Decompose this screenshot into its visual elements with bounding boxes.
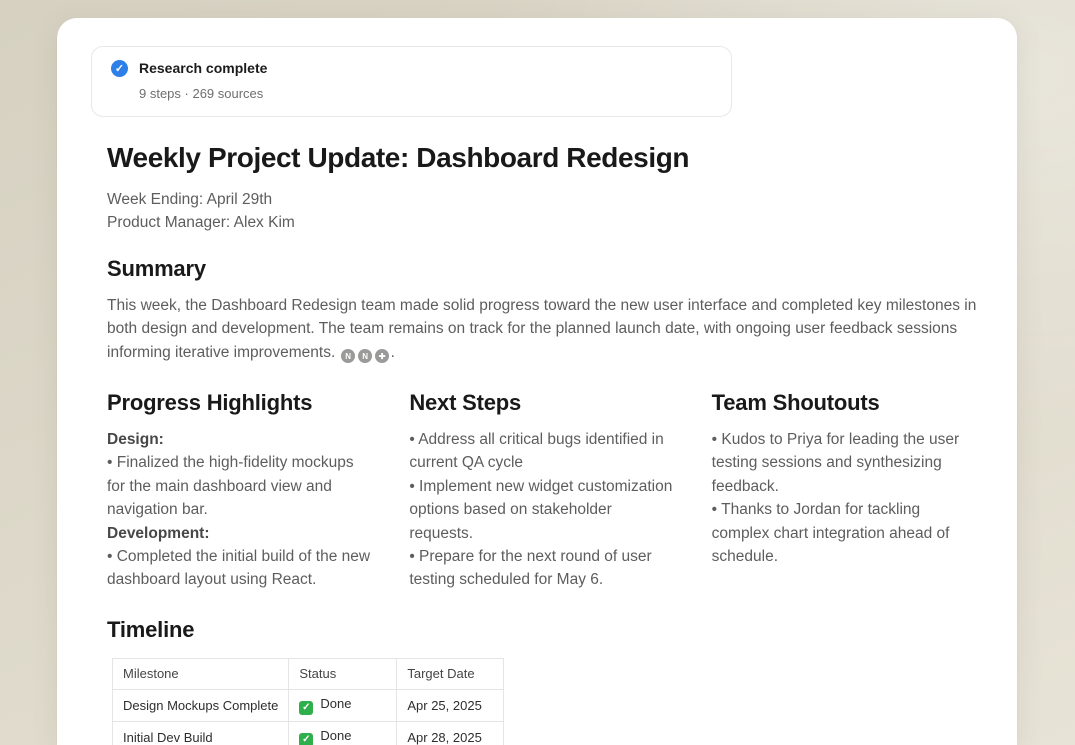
bullet-item: • Thanks to Jordan for tackling complex … xyxy=(712,498,977,568)
target-date-cell: Apr 28, 2025 xyxy=(397,721,504,745)
status-cell: ✓ Done xyxy=(289,721,397,745)
timeline-table: Milestone Status Target Date Design Mock… xyxy=(112,658,504,745)
bullet-item: • Completed the initial build of the new… xyxy=(107,545,372,592)
target-date-cell: Apr 25, 2025 xyxy=(397,689,504,721)
bullet-item: • Kudos to Priya for leading the user te… xyxy=(712,428,977,498)
page-background: { "research_card": { "title": "Research … xyxy=(0,0,1075,745)
status-label: Done xyxy=(320,728,351,743)
summary-suffix: . xyxy=(391,344,395,361)
team-shoutouts-heading: Team Shoutouts xyxy=(712,390,977,416)
citation-source-icon[interactable]: ✚ xyxy=(375,349,389,363)
citation-source-icon[interactable]: N xyxy=(341,349,355,363)
status-cell: ✓ Done xyxy=(289,689,397,721)
meta-product-manager: Product Manager: Alex Kim xyxy=(107,211,977,234)
table-row: Design Mockups Complete ✓ Done Apr 25, 20… xyxy=(113,689,504,721)
table-row: Initial Dev Build ✓ Done Apr 28, 2025 xyxy=(113,721,504,745)
research-status-text: Research complete 9 steps · 269 sources xyxy=(139,60,267,101)
done-check-icon: ✓ xyxy=(299,701,313,715)
next-steps-heading: Next Steps xyxy=(409,390,674,416)
summary-paragraph: This week, the Dashboard Redesign team m… xyxy=(107,294,977,364)
check-circle-icon: ✓ xyxy=(111,60,128,77)
document-card: ✓ Research complete 9 steps · 269 source… xyxy=(57,18,1017,745)
subsection-label: Design: xyxy=(107,428,372,451)
done-check-icon: ✓ xyxy=(299,733,313,745)
status-label: Done xyxy=(320,696,351,711)
research-status-meta: 9 steps · 269 sources xyxy=(139,86,267,101)
bullet-item: • Address all critical bugs identified i… xyxy=(409,428,674,475)
research-status-title: Research complete xyxy=(139,60,267,77)
research-status-box[interactable]: ✓ Research complete 9 steps · 269 source… xyxy=(91,46,732,117)
citation-source-icon[interactable]: N xyxy=(358,349,372,363)
column-next-steps: Next Steps • Address all critical bugs i… xyxy=(409,390,674,592)
bullet-item: • Implement new widget customization opt… xyxy=(409,475,674,545)
column-team-shoutouts: Team Shoutouts • Kudos to Priya for lead… xyxy=(712,390,977,592)
bullet-item: • Prepare for the next round of user tes… xyxy=(409,545,674,592)
summary-text: This week, the Dashboard Redesign team m… xyxy=(107,297,976,361)
milestone-cell: Initial Dev Build xyxy=(113,721,289,745)
column-progress-highlights: Progress Highlights Design: • Finalized … xyxy=(107,390,372,592)
columns-section: Progress Highlights Design: • Finalized … xyxy=(107,390,977,592)
meta-week-ending: Week Ending: April 29th xyxy=(107,188,977,211)
summary-heading: Summary xyxy=(107,256,977,282)
page-title: Weekly Project Update: Dashboard Redesig… xyxy=(107,142,977,174)
table-header-row: Milestone Status Target Date xyxy=(113,658,504,689)
document-body: Weekly Project Update: Dashboard Redesig… xyxy=(107,142,977,745)
subsection-label: Development: xyxy=(107,522,372,545)
column-header-status: Status xyxy=(289,658,397,689)
document-meta: Week Ending: April 29th Product Manager:… xyxy=(107,188,977,235)
milestone-cell: Design Mockups Complete xyxy=(113,689,289,721)
progress-highlights-heading: Progress Highlights xyxy=(107,390,372,416)
column-header-milestone: Milestone xyxy=(113,658,289,689)
timeline-heading: Timeline xyxy=(107,617,977,643)
bullet-item: • Finalized the high-fidelity mockups fo… xyxy=(107,451,372,521)
column-header-target-date: Target Date xyxy=(397,658,504,689)
